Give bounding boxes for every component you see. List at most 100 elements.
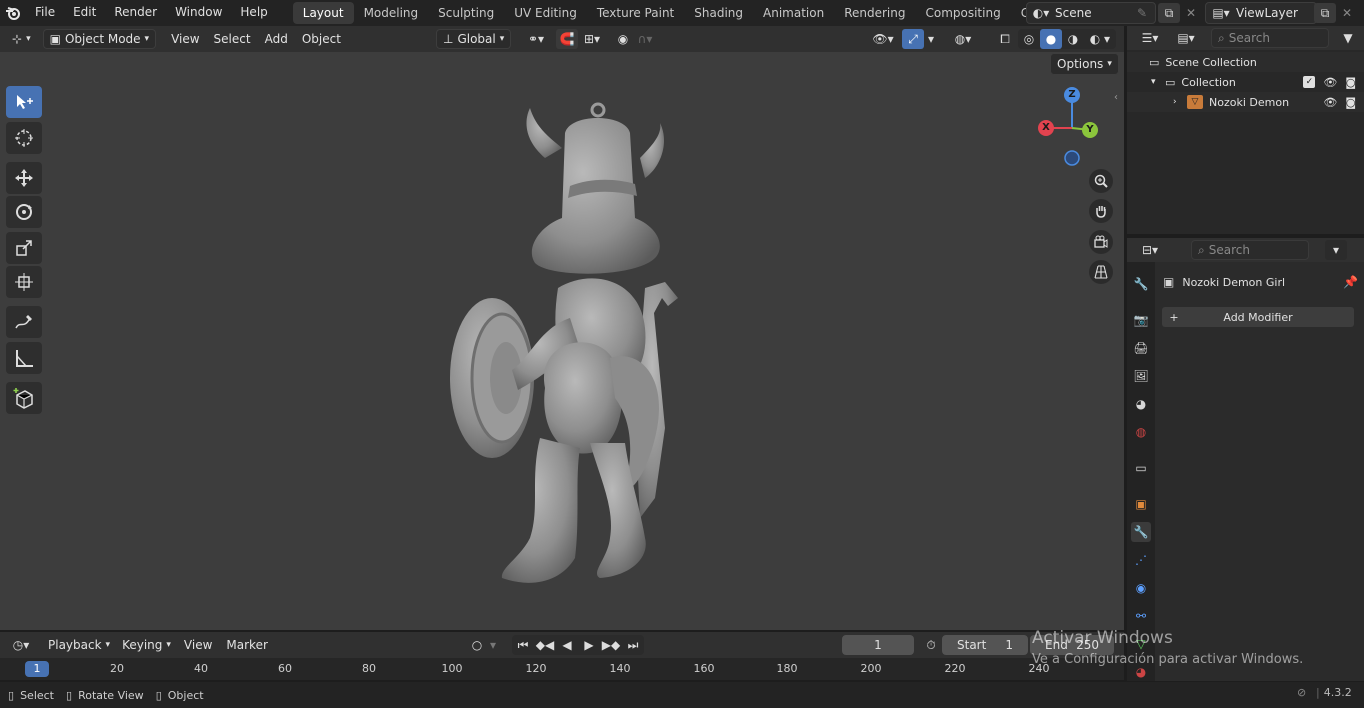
snap-target-icon[interactable]: ⊞▾ bbox=[578, 29, 606, 49]
timeline-editor-icon[interactable]: ◷▾ bbox=[6, 635, 36, 655]
render-tab-icon[interactable]: 📷 bbox=[1131, 310, 1151, 330]
start-frame-field[interactable]: Start 1 bbox=[942, 635, 1028, 655]
proportional-edit-icon[interactable]: ◉ bbox=[612, 29, 634, 49]
falloff-icon[interactable]: ∩▾ bbox=[634, 29, 656, 49]
tab-uv-editing[interactable]: UV Editing bbox=[504, 2, 587, 24]
add-cube-tool[interactable] bbox=[6, 382, 42, 414]
output-tab-icon[interactable]: 🖨 bbox=[1131, 338, 1151, 358]
editor-type-dropdown[interactable]: ⊹ ▾ bbox=[6, 29, 37, 49]
timeline-ruler[interactable]: 1 20 40 60 80 100 120 140 160 180 200 22… bbox=[0, 658, 1124, 680]
expand-chevron-icon[interactable]: ▾ bbox=[1151, 77, 1165, 87]
axis-y-icon[interactable]: Y bbox=[1082, 122, 1098, 138]
collection-tab-icon[interactable]: ▭ bbox=[1131, 458, 1151, 478]
chevron-down-icon[interactable]: ▾ bbox=[1325, 240, 1347, 260]
menu-add[interactable]: Add bbox=[258, 29, 295, 49]
gizmo-dropdown-icon[interactable]: ▾ bbox=[924, 29, 938, 49]
measure-tool[interactable] bbox=[6, 342, 42, 374]
menu-edit[interactable]: Edit bbox=[64, 0, 105, 26]
tool-tab-icon[interactable]: 🔧 bbox=[1131, 274, 1151, 294]
camera-icon[interactable]: ◙ bbox=[1345, 96, 1356, 109]
constraints-tab-icon[interactable]: ⚯ bbox=[1131, 606, 1151, 626]
camera-icon[interactable]: ◙ bbox=[1345, 76, 1356, 89]
delete-viewlayer-icon[interactable]: ✕ bbox=[1336, 3, 1358, 23]
blender-logo-icon[interactable] bbox=[0, 0, 26, 26]
eye-icon[interactable]: 👁 bbox=[1323, 96, 1337, 109]
scene-tab-icon[interactable]: ◕ bbox=[1131, 394, 1151, 414]
transform-orientation-dropdown[interactable]: ⊥ Global ▾ bbox=[436, 29, 512, 49]
outliner-search[interactable]: ⌕ Search bbox=[1211, 28, 1329, 48]
particles-tab-icon[interactable]: ⋰ bbox=[1131, 550, 1151, 570]
tab-sculpting[interactable]: Sculpting bbox=[428, 2, 504, 24]
menu-object[interactable]: Object bbox=[295, 29, 348, 49]
tab-rendering[interactable]: Rendering bbox=[834, 2, 915, 24]
pin-icon[interactable]: ✎ bbox=[1137, 6, 1155, 20]
jump-start-icon[interactable]: ⏮ bbox=[512, 635, 534, 655]
eye-icon[interactable]: 👁 bbox=[1323, 76, 1337, 89]
move-tool[interactable] bbox=[6, 162, 42, 194]
modifier-tab-icon[interactable]: 🔧 bbox=[1131, 522, 1151, 542]
perspective-grid-icon[interactable] bbox=[1089, 260, 1113, 284]
mode-dropdown[interactable]: ▣ Object Mode ▾ bbox=[42, 29, 157, 49]
outliner-row-scene-collection[interactable]: ▭ Scene Collection bbox=[1127, 52, 1364, 72]
tab-modeling[interactable]: Modeling bbox=[354, 2, 429, 24]
new-viewlayer-icon[interactable]: ⧉ bbox=[1314, 3, 1336, 23]
overlays-icon[interactable]: ◍▾ bbox=[948, 29, 978, 49]
shading-dropdown-icon[interactable]: ▾ bbox=[1100, 29, 1114, 49]
wireframe-shading-icon[interactable]: ◎ bbox=[1018, 29, 1040, 49]
filter-icon[interactable]: ▼ bbox=[1337, 28, 1359, 48]
tab-layout[interactable]: Layout bbox=[292, 2, 354, 24]
sidebar-toggle-icon[interactable]: ‹ bbox=[1114, 92, 1118, 103]
timeline-menu-marker[interactable]: Marker bbox=[219, 635, 274, 655]
material-shading-icon[interactable]: ◑ bbox=[1062, 29, 1084, 49]
pin-icon[interactable]: 📌 bbox=[1343, 275, 1358, 289]
jump-end-icon[interactable]: ⏭ bbox=[622, 635, 644, 655]
delete-scene-icon[interactable]: ✕ bbox=[1180, 3, 1202, 23]
menu-select[interactable]: Select bbox=[207, 29, 258, 49]
play-icon[interactable]: ▶ bbox=[578, 635, 600, 655]
gizmo-toggle-icon[interactable]: ⤢ bbox=[902, 29, 924, 49]
playback-menu[interactable]: Playback ▾ bbox=[42, 635, 116, 655]
viewlayer-selector[interactable]: ▤▾ ViewLayer bbox=[1205, 2, 1317, 24]
next-keyframe-icon[interactable]: ▶◆ bbox=[600, 635, 622, 655]
outliner-editor-icon[interactable]: ☰▾ bbox=[1135, 28, 1165, 48]
menu-help[interactable]: Help bbox=[231, 0, 276, 26]
tab-shading[interactable]: Shading bbox=[684, 2, 753, 24]
rotate-tool[interactable] bbox=[6, 196, 42, 228]
menu-render[interactable]: Render bbox=[105, 0, 166, 26]
scene-selector[interactable]: ◐▾ Scene ✎ bbox=[1026, 2, 1156, 24]
menu-file[interactable]: File bbox=[26, 0, 64, 26]
snap-icon[interactable]: 🧲 bbox=[556, 29, 578, 49]
properties-search[interactable]: ⌕ Search bbox=[1191, 240, 1309, 260]
keying-menu[interactable]: Keying ▾ bbox=[116, 635, 177, 655]
3d-viewport[interactable]: Options ▾ ‹ Z Y X bbox=[0, 52, 1124, 630]
zoom-icon[interactable] bbox=[1089, 169, 1113, 193]
annotate-tool[interactable] bbox=[6, 306, 42, 338]
view-layer-tab-icon[interactable]: 🖼 bbox=[1131, 366, 1151, 386]
checkbox-icon[interactable]: ✓ bbox=[1303, 76, 1316, 88]
xray-icon[interactable]: ⧠ bbox=[994, 29, 1016, 49]
demon-girl-model[interactable] bbox=[440, 98, 700, 598]
tab-compositing[interactable]: Compositing bbox=[915, 2, 1010, 24]
add-modifier-button[interactable]: + Add Modifier bbox=[1162, 307, 1354, 327]
current-frame-marker[interactable]: 1 bbox=[25, 661, 49, 677]
solid-shading-icon[interactable]: ● bbox=[1040, 29, 1062, 49]
tab-texture-paint[interactable]: Texture Paint bbox=[587, 2, 684, 24]
object-tab-icon[interactable]: ▣ bbox=[1131, 494, 1151, 514]
play-reverse-icon[interactable]: ◀ bbox=[556, 635, 578, 655]
stopwatch-icon[interactable]: ⏱ bbox=[920, 635, 942, 655]
display-mode-icon[interactable]: ▤▾ bbox=[1171, 28, 1201, 48]
tab-animation[interactable]: Animation bbox=[753, 2, 834, 24]
cursor-tool[interactable] bbox=[6, 122, 42, 154]
properties-editor-icon[interactable]: ⊟▾ bbox=[1135, 240, 1165, 260]
keying-dropdown-icon[interactable]: ▾ bbox=[486, 635, 500, 655]
physics-tab-icon[interactable]: ◉ bbox=[1131, 578, 1151, 598]
scale-tool[interactable] bbox=[6, 232, 42, 264]
select-box-tool[interactable] bbox=[6, 86, 42, 118]
new-scene-icon[interactable]: ⧉ bbox=[1158, 3, 1180, 23]
camera-view-icon[interactable] bbox=[1089, 230, 1113, 254]
auto-keying-icon[interactable]: ○ bbox=[466, 635, 488, 655]
timeline-menu-view[interactable]: View bbox=[177, 635, 219, 655]
axis-x-icon[interactable]: X bbox=[1038, 120, 1054, 136]
outliner-row-object[interactable]: › ▽ Nozoki Demon 👁 ◙ bbox=[1127, 92, 1364, 112]
world-tab-icon[interactable]: ◍ bbox=[1131, 422, 1151, 442]
